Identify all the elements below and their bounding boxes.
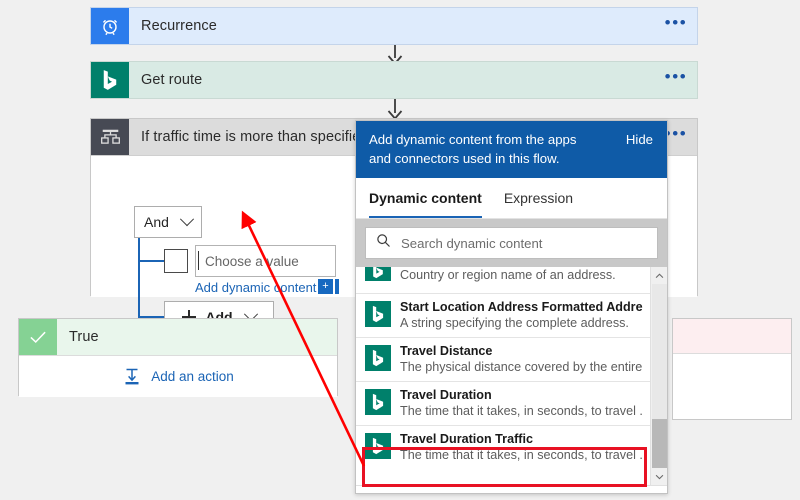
- branch-true[interactable]: True Add an action: [18, 318, 338, 397]
- flow-step-title: Get route: [141, 72, 203, 88]
- flow-step-recurrence[interactable]: Recurrence •••: [90, 7, 698, 45]
- branch-false-header: [673, 319, 791, 354]
- bing-maps-icon: [365, 267, 391, 281]
- list-item-title: Travel Duration: [400, 388, 492, 402]
- condition-tree-branch: [138, 260, 165, 262]
- branch-false[interactable]: [672, 318, 792, 420]
- list-item-text: Travel Duration Traffic The time that it…: [391, 431, 643, 463]
- list-scrollbar[interactable]: [650, 267, 667, 485]
- flyout-banner-text: Add dynamic content from the apps and co…: [369, 132, 577, 166]
- bing-maps-icon: [91, 62, 129, 98]
- flow-step-get-route[interactable]: Get route •••: [90, 61, 698, 99]
- tab-dynamic-content[interactable]: Dynamic content: [369, 178, 482, 219]
- list-item[interactable]: Country or region name of an address.: [356, 267, 667, 294]
- search-icon: [376, 233, 391, 253]
- list-item[interactable]: Travel Distance The physical distance co…: [356, 338, 667, 382]
- list-item[interactable]: Travel Duration The time that it takes, …: [356, 382, 667, 426]
- condition-tree-line: [138, 238, 140, 317]
- flow-designer-canvas: Recurrence ••• Get route ••• If traffic …: [0, 0, 800, 500]
- chevron-down-icon: [179, 212, 195, 227]
- list-item[interactable]: Start Location Address Formatted Address…: [356, 294, 667, 338]
- bing-maps-icon: [365, 301, 391, 327]
- step-menu-button[interactable]: •••: [655, 14, 697, 32]
- search-placeholder: Search dynamic content: [401, 235, 543, 251]
- search-input[interactable]: Search dynamic content: [365, 227, 658, 259]
- text-caret: [198, 251, 199, 270]
- check-icon: [19, 319, 57, 355]
- logical-operator-dropdown[interactable]: And: [134, 206, 202, 238]
- add-an-action-label: Add an action: [151, 369, 234, 384]
- add-action-icon: [122, 367, 142, 387]
- dynamic-content-flyout: Add dynamic content from the apps and co…: [355, 120, 668, 494]
- bing-maps-icon: [365, 345, 391, 371]
- card-header: Recurrence •••: [91, 8, 697, 44]
- logical-operator-label: And: [144, 214, 169, 230]
- list-item-description: Country or region name of an address.: [400, 268, 616, 282]
- list-item-title: Start Location Address Formatted Address: [400, 300, 643, 314]
- list-item-title: Travel Distance: [400, 344, 493, 358]
- branch-true-header: True: [19, 319, 337, 356]
- chevron-up-icon[interactable]: [651, 267, 667, 284]
- list-item-description: A string specifying the complete address…: [400, 316, 629, 330]
- hide-flyout-button[interactable]: Hide: [626, 130, 655, 178]
- flyout-tabs: Dynamic content Expression: [356, 178, 667, 219]
- add-dynamic-content-link[interactable]: Add dynamic content: [195, 280, 316, 295]
- condition-row-checkbox[interactable]: [164, 249, 188, 273]
- add-dynamic-content-badge-icon[interactable]: +: [318, 279, 333, 294]
- flow-step-title: Recurrence: [141, 18, 217, 34]
- add-an-action-button[interactable]: Add an action: [122, 367, 234, 387]
- list-item-title: Travel Duration Traffic: [400, 432, 533, 446]
- step-menu-button[interactable]: •••: [655, 68, 697, 86]
- branch-true-body: Add an action: [19, 356, 337, 397]
- bing-maps-icon: [365, 433, 391, 459]
- chevron-down-icon[interactable]: [652, 468, 667, 485]
- search-area: Search dynamic content: [356, 219, 667, 267]
- scrollbar-thumb[interactable]: [652, 419, 667, 468]
- card-header: Get route •••: [91, 62, 697, 98]
- list-item-description: The time that it takes, in seconds, to t…: [400, 404, 643, 418]
- list-item-text: Country or region name of an address.: [391, 267, 616, 283]
- alarm-clock-icon: [91, 8, 129, 44]
- scrollbar-track[interactable]: [652, 284, 667, 419]
- tab-expression[interactable]: Expression: [504, 178, 573, 218]
- list-item-text: Start Location Address Formatted Address…: [391, 299, 643, 331]
- choose-value-input[interactable]: Choose a value: [195, 245, 336, 277]
- list-item-description: The physical distance covered by the ent…: [400, 360, 643, 374]
- bing-maps-icon: [365, 389, 391, 415]
- connector-getroute-to-condition: [387, 98, 403, 120]
- condition-branch-icon: [91, 119, 129, 155]
- dynamic-content-caret: [335, 279, 339, 294]
- list-item-travel-duration-traffic[interactable]: Travel Duration Traffic The time that it…: [356, 426, 667, 469]
- list-item-text: Travel Duration The time that it takes, …: [391, 387, 643, 419]
- list-item-description: The time that it takes, in seconds, to t…: [400, 448, 643, 462]
- choose-value-placeholder: Choose a value: [205, 253, 299, 269]
- list-item-text: Travel Distance The physical distance co…: [391, 343, 642, 375]
- branch-true-label: True: [69, 329, 99, 345]
- flyout-banner: Add dynamic content from the apps and co…: [356, 121, 667, 178]
- dynamic-content-list[interactable]: Country or region name of an address. St…: [356, 267, 667, 486]
